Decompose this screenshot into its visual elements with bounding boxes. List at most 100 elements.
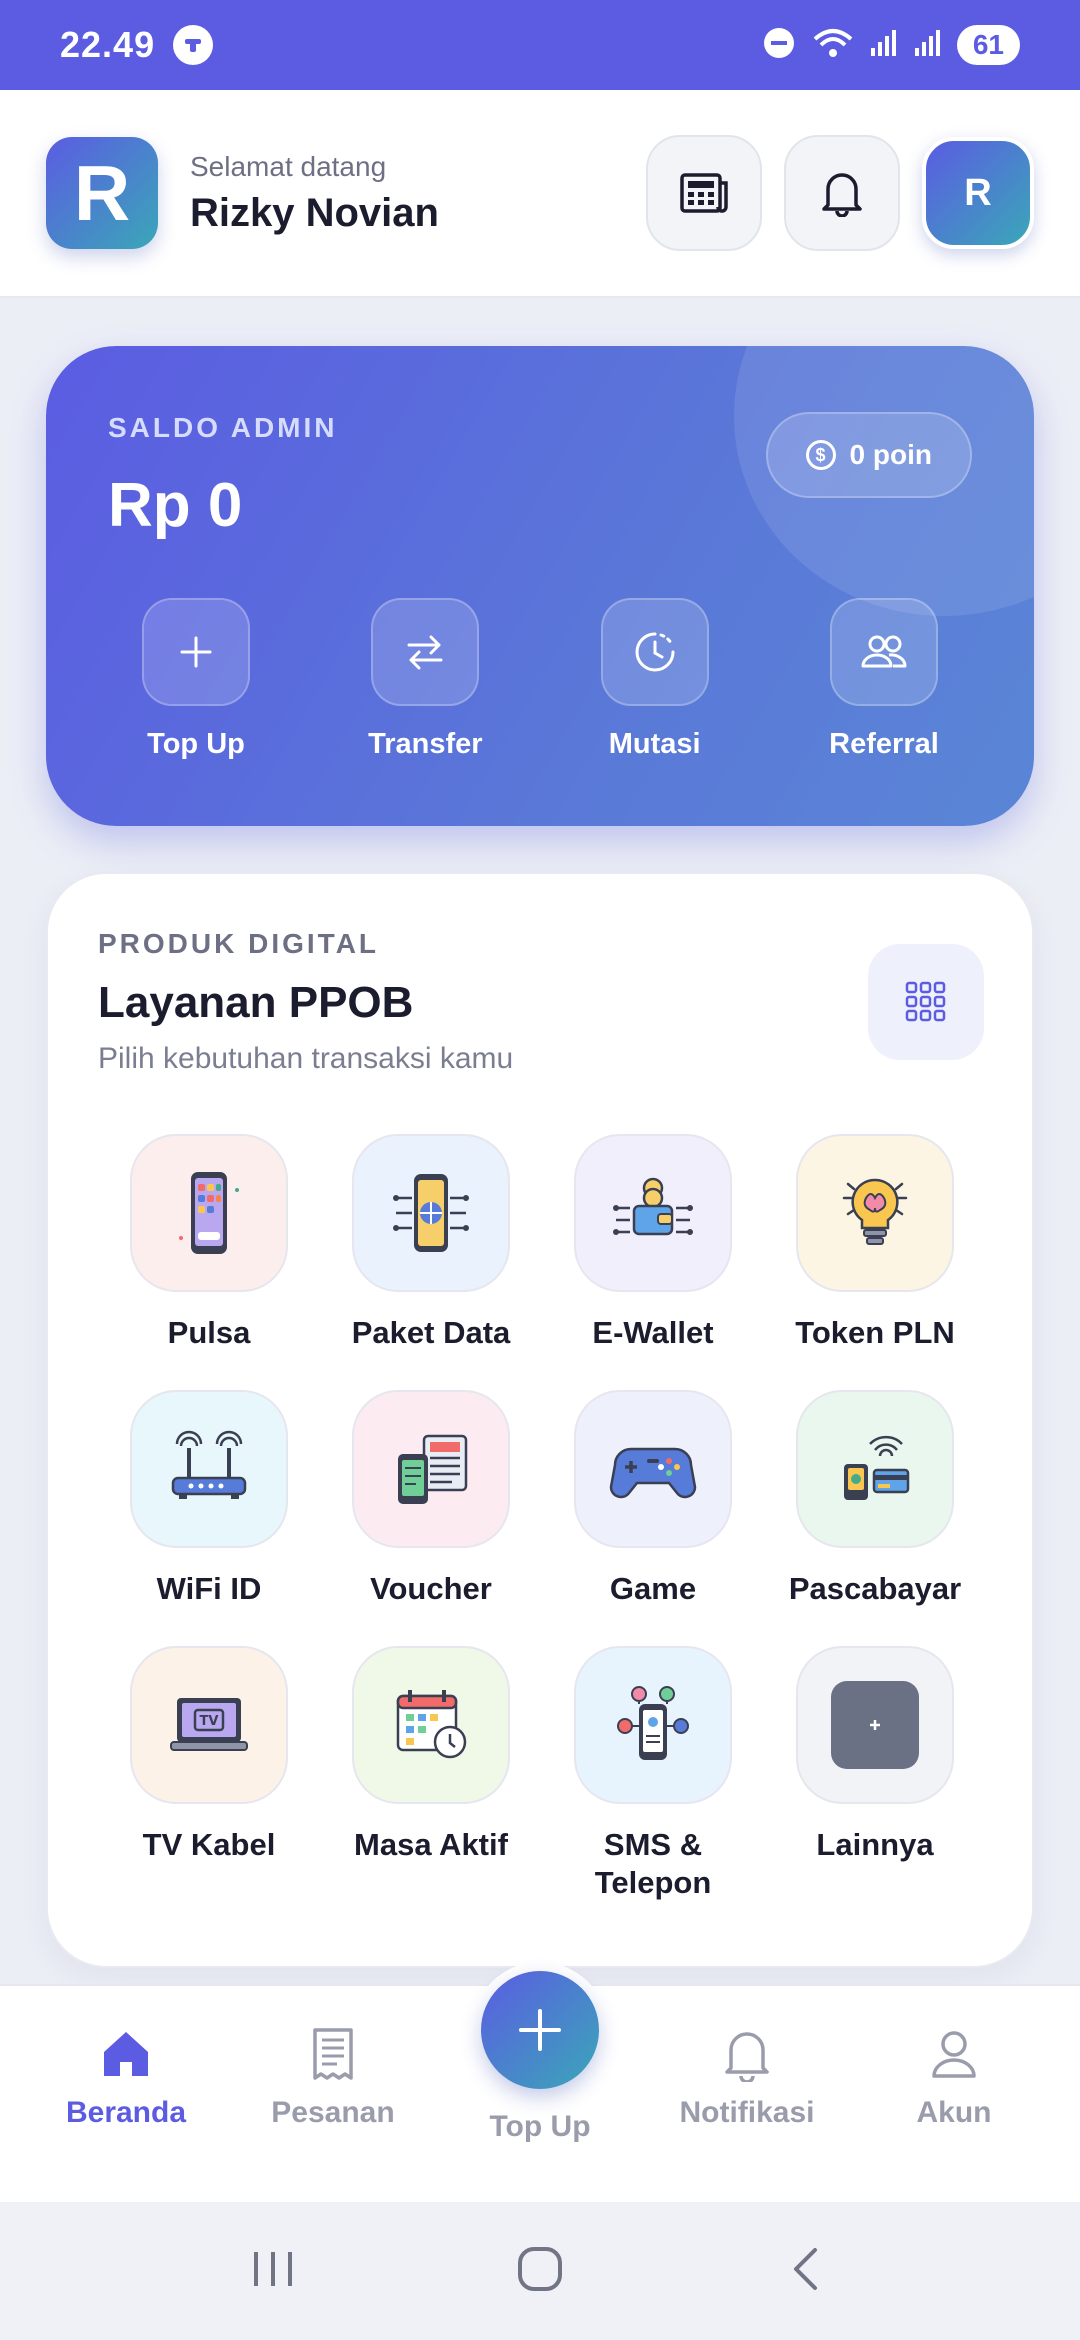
topup-action-button[interactable]: Top Up [106, 598, 286, 761]
service-icon-box [352, 1646, 510, 1804]
topup-fab-label: Top Up [489, 2110, 591, 2143]
nav-pesanan[interactable]: Pesanan [233, 2026, 433, 2130]
service-paket-data[interactable]: Paket Data [320, 1134, 542, 1352]
user-name: Rizky Novian [190, 190, 439, 235]
transfer-action-button[interactable]: Transfer [335, 598, 515, 761]
service-e-wallet[interactable]: E-Wallet [542, 1134, 764, 1352]
voucher-newspaper-icon [398, 1434, 468, 1504]
service-pulsa[interactable]: Pulsa [98, 1134, 320, 1352]
newspaper-icon [680, 173, 728, 213]
gamepad-icon [609, 1447, 697, 1499]
service-label: Pulsa [167, 1315, 251, 1350]
dnd-icon [761, 25, 797, 66]
battery-indicator: 61 [956, 25, 1020, 65]
coin-icon: $ [805, 440, 836, 470]
history-clock-icon [635, 632, 675, 672]
balance-actions: Top Up Transfer Mutasi Referral [106, 598, 974, 761]
news-button[interactable] [646, 135, 762, 251]
phone-apps-icon [179, 1172, 239, 1254]
receipt-icon [313, 2028, 353, 2080]
service-icon-box [352, 1134, 510, 1292]
points-value: 0 poin [849, 439, 932, 470]
service-masa-aktif[interactable]: Masa Aktif [320, 1646, 542, 1902]
topup-fab-button[interactable] [481, 1971, 599, 2089]
bell-icon [725, 2032, 769, 2082]
calendar-clock-icon [396, 1690, 467, 1759]
people-icon [861, 635, 907, 668]
service-label: SMS & Telepon [594, 1827, 712, 1900]
lightbulb-icon [842, 1178, 908, 1245]
tv-icon: TV [170, 1698, 248, 1751]
service-icon-box [796, 1390, 954, 1548]
nav-label: Beranda [65, 2096, 187, 2129]
action-label: Transfer [368, 728, 483, 760]
service-icon-box [130, 1390, 288, 1548]
service-label: E-Wallet [592, 1315, 714, 1350]
service-icon-box [574, 1134, 732, 1292]
service-game[interactable]: Game [542, 1390, 764, 1608]
nav-notifikasi[interactable]: Notifikasi [647, 2026, 847, 2130]
action-label: Top Up [147, 728, 245, 760]
service-icon-box: TV [130, 1646, 288, 1804]
home-button[interactable] [515, 2244, 565, 2299]
app-header: R Selamat datang Rizky Novian R [0, 90, 1080, 298]
service-wifi-id[interactable]: WiFi ID [98, 1390, 320, 1608]
mutasi-action-button[interactable]: Mutasi [565, 598, 745, 761]
greeting-text: Selamat datang [190, 150, 387, 182]
wallet-coins-icon [613, 1177, 693, 1236]
status-time: 22.49 [60, 24, 156, 65]
action-label: Referral [829, 728, 939, 760]
service-label: Pascabayar [788, 1571, 962, 1606]
service-voucher[interactable]: Voucher [320, 1390, 542, 1608]
nav-beranda[interactable]: Beranda [26, 2026, 226, 2130]
section-subtitle: Pilih kebutuhan transaksi kamu [98, 1042, 514, 1075]
service-label: WiFi ID [156, 1571, 262, 1606]
service-label: Paket Data [351, 1315, 511, 1350]
service-label: Voucher [370, 1571, 492, 1606]
plus-icon [180, 636, 212, 668]
balance-value: Rp 0 [108, 471, 243, 540]
user-icon [932, 2031, 976, 2078]
service-label: Token PLN [795, 1315, 955, 1350]
back-button[interactable] [782, 2244, 832, 2299]
service-icon-box [574, 1390, 732, 1548]
phone-globe-icon [393, 1174, 469, 1252]
points-badge[interactable]: $ 0 poin [765, 412, 972, 498]
section-kicker: PRODUK DIGITAL [98, 928, 380, 959]
notification-button[interactable] [784, 135, 900, 251]
plus-icon [519, 2009, 561, 2051]
recents-button[interactable] [248, 2244, 298, 2299]
service-icon-box [574, 1646, 732, 1804]
service-grid: Pulsa Paket Data E-Wallet Token PLN WiFi… [98, 1134, 986, 1902]
more-plus-icon [831, 1681, 919, 1769]
app-logo: R [46, 137, 158, 249]
nav-label: Pesanan [271, 2096, 395, 2129]
profile-avatar-button[interactable]: R [922, 137, 1034, 249]
card-payment-icon [844, 1435, 910, 1500]
svg-text:TV: TV [200, 1714, 219, 1729]
service-icon-box [796, 1134, 954, 1292]
service-lainnya[interactable]: Lainnya [764, 1646, 986, 1902]
balance-card: SALDO ADMIN Rp 0 $ 0 poin Top Up Transfe… [46, 346, 1034, 826]
transfer-arrows-icon [407, 635, 443, 670]
nav-akun[interactable]: Akun [854, 2026, 1054, 2130]
service-label: Lainnya [816, 1827, 934, 1862]
signal-icon [869, 28, 899, 63]
ppob-services-card: PRODUK DIGITAL Layanan PPOB Pilih kebutu… [46, 872, 1034, 1968]
service-token-pln[interactable]: Token PLN [764, 1134, 986, 1352]
service-label: Masa Aktif [354, 1827, 508, 1862]
nav-label: Notifikasi [679, 2096, 815, 2129]
greeting-block: Selamat datang Rizky Novian [190, 151, 439, 236]
router-icon [171, 1430, 247, 1499]
topup-fab-wrapper [472, 1962, 608, 2098]
home-icon [104, 2032, 148, 2076]
app-notification-icon [173, 25, 214, 65]
service-sms-telepon[interactable]: SMS & Telepon [542, 1646, 764, 1902]
service-pascabayar[interactable]: Pascabayar [764, 1390, 986, 1608]
grid-icon [905, 981, 946, 1022]
back-chevron-icon [793, 2247, 817, 2290]
view-all-grid-button[interactable] [868, 944, 984, 1060]
balance-label: SALDO ADMIN [108, 412, 338, 443]
service-tv-kabel[interactable]: TV TV Kabel [98, 1646, 320, 1902]
referral-action-button[interactable]: Referral [794, 598, 974, 761]
